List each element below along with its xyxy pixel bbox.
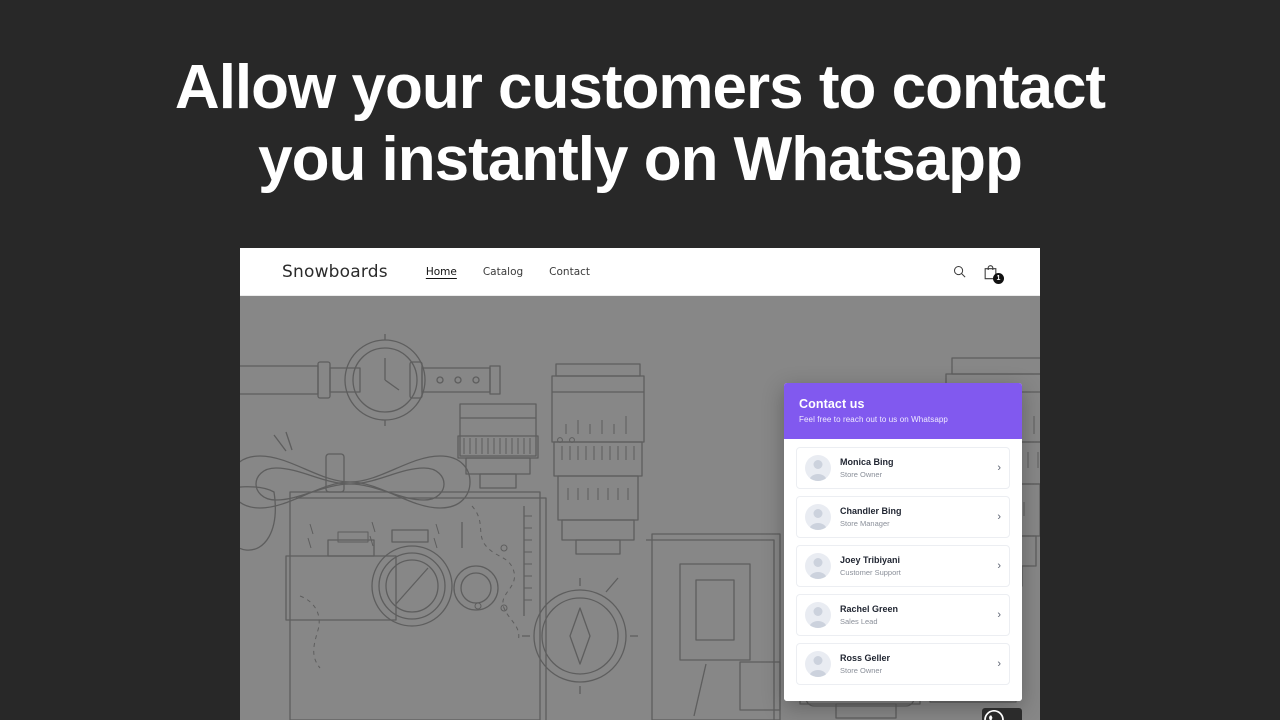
- nav-item-home[interactable]: Home: [426, 266, 457, 278]
- contact-role: Customer Support: [840, 568, 901, 577]
- chevron-right-icon[interactable]: ›: [991, 609, 1001, 621]
- contact-role: Sales Lead: [840, 617, 878, 626]
- widget-subtitle: Feel free to reach out to us on Whatsapp: [799, 415, 948, 424]
- contact-role: Store Owner: [840, 666, 883, 675]
- chevron-right-icon[interactable]: ›: [991, 511, 1001, 523]
- page-title: Allow your customers to contact you inst…: [174, 53, 1106, 194]
- avatar: [805, 455, 831, 481]
- chevron-right-icon[interactable]: ›: [991, 560, 1001, 572]
- contact-name: Joey Tribiyani: [840, 555, 901, 565]
- search-icon[interactable]: [952, 264, 967, 279]
- storefront-header-icons: 1: [952, 264, 1004, 284]
- contact-text: Chandler Bing Store Manager: [840, 505, 991, 529]
- contact-text: Monica Bing Store Owner: [840, 456, 991, 480]
- widget-title: Contact us: [799, 397, 865, 411]
- avatar: [805, 602, 831, 628]
- contact-role: Store Owner: [840, 470, 883, 479]
- whatsapp-contact-widget: Contact us Feel free to reach out to us …: [784, 383, 1022, 701]
- whatsapp-launcher-button[interactable]: [982, 708, 1022, 720]
- contact-text: Joey Tribiyani Customer Support: [840, 554, 991, 578]
- page-root: Allow your customers to contact you inst…: [0, 0, 1280, 720]
- storefront-mock: Snowboards Home Catalog Contact 1 Contac…: [240, 248, 1040, 720]
- whatsapp-icon: [984, 710, 1004, 720]
- contact-name: Monica Bing: [840, 457, 894, 467]
- list-item[interactable]: Ross Geller Store Owner ›: [796, 643, 1010, 685]
- storefront-nav: Home Catalog Contact: [426, 266, 590, 278]
- contact-name: Chandler Bing: [840, 506, 902, 516]
- cart-count-badge: 1: [993, 272, 1004, 284]
- contact-text: Ross Geller Store Owner: [840, 652, 991, 676]
- widget-header: Contact us Feel free to reach out to us …: [784, 383, 1022, 439]
- contact-text: Rachel Green Sales Lead: [840, 603, 991, 627]
- contact-name: Rachel Green: [840, 604, 899, 614]
- avatar: [805, 651, 831, 677]
- storefront-header: Snowboards Home Catalog Contact 1: [240, 248, 1040, 296]
- list-item[interactable]: Rachel Green Sales Lead ›: [796, 594, 1010, 636]
- hero-illustration: Contact us Feel free to reach out to us …: [240, 296, 1040, 720]
- list-item[interactable]: Joey Tribiyani Customer Support ›: [796, 545, 1010, 587]
- list-item[interactable]: Chandler Bing Store Manager ›: [796, 496, 1010, 538]
- nav-item-catalog[interactable]: Catalog: [483, 266, 523, 278]
- contact-role: Store Manager: [840, 519, 890, 528]
- list-item[interactable]: Monica Bing Store Owner ›: [796, 447, 1010, 489]
- avatar: [805, 504, 831, 530]
- store-logo[interactable]: Snowboards: [282, 262, 388, 282]
- contact-list: Monica Bing Store Owner › Chandler Bing …: [784, 439, 1022, 701]
- chevron-right-icon[interactable]: ›: [991, 658, 1001, 670]
- contact-name: Ross Geller: [840, 653, 891, 663]
- avatar: [805, 553, 831, 579]
- nav-item-contact[interactable]: Contact: [549, 266, 590, 278]
- shopping-bag-icon[interactable]: 1: [983, 264, 1004, 284]
- chevron-right-icon[interactable]: ›: [991, 462, 1001, 474]
